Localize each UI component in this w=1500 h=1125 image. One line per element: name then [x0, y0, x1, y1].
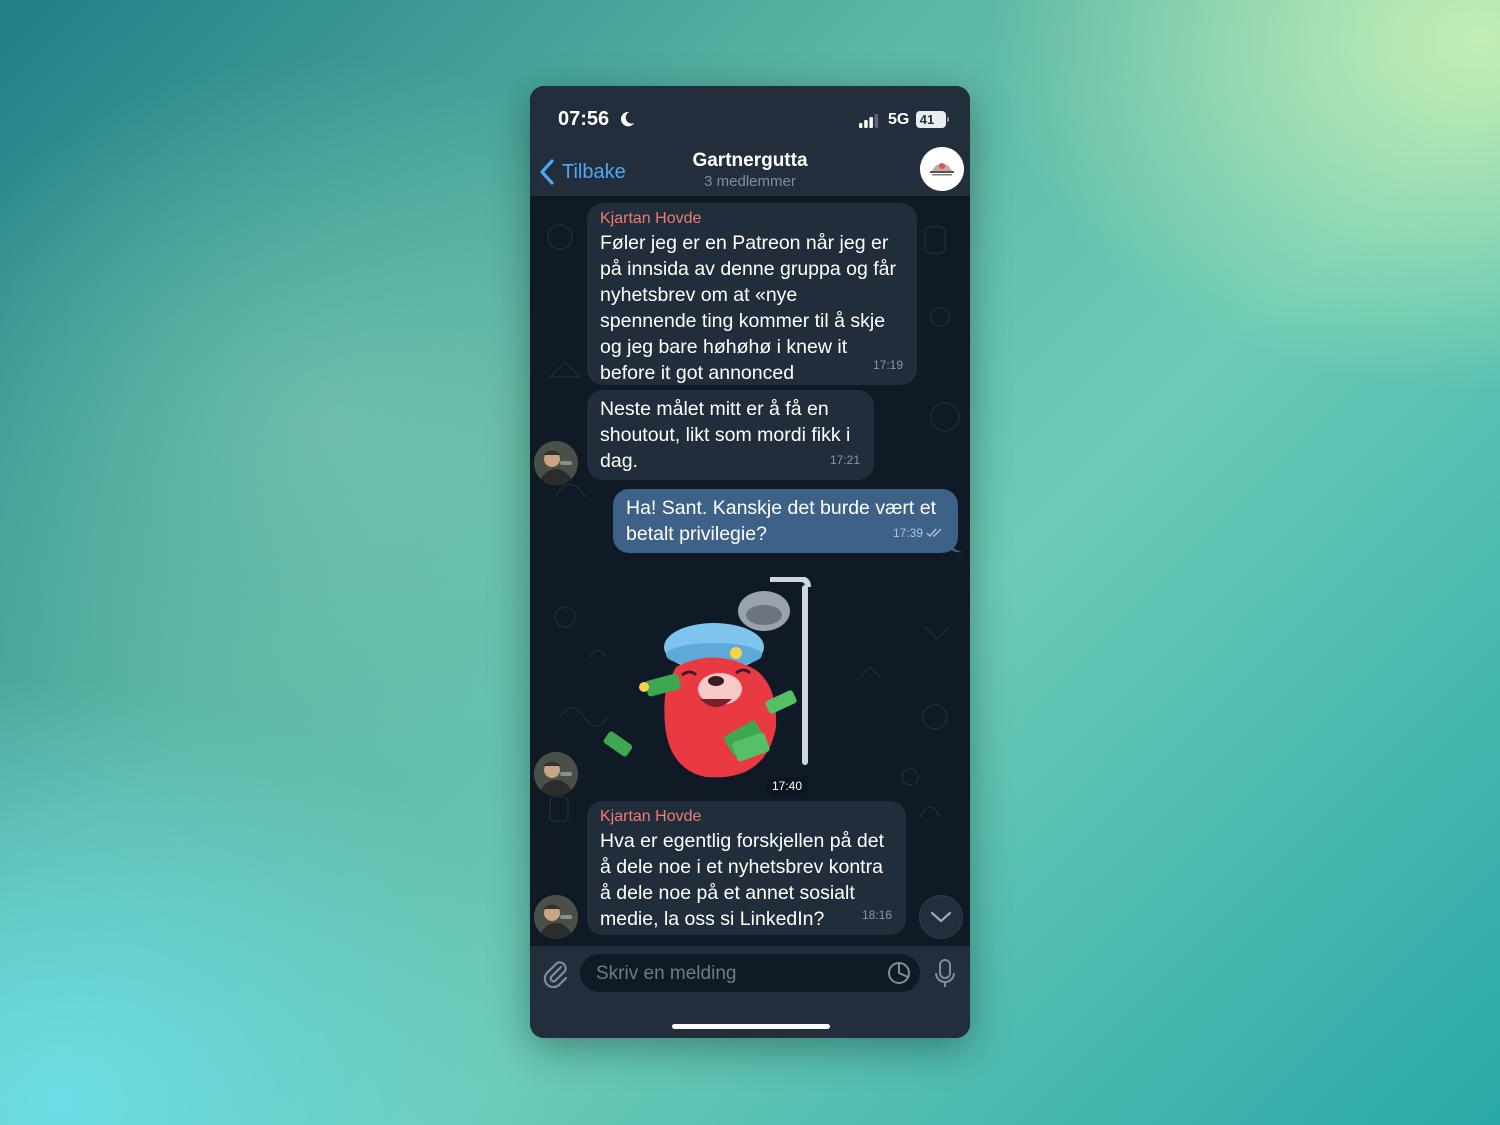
back-label: Tilbake [562, 160, 626, 183]
message-text: Føler jeg er en Patreon når jeg er på in… [600, 232, 896, 384]
message-time: 17:21 [829, 453, 860, 467]
sticker-time: 17:40 [766, 777, 809, 795]
moon-icon [620, 111, 635, 127]
network-type: 5G [888, 111, 910, 128]
avatar-photo [534, 895, 578, 939]
sticker-icon[interactable] [887, 961, 911, 985]
signal-bars-icon [859, 114, 879, 128]
message-bubble[interactable]: Kjartan Hovde Føler jeg er en Patreon nå… [587, 203, 917, 385]
member-count: 3 medlemmer [704, 173, 796, 190]
sender-avatar[interactable] [534, 752, 578, 796]
chat-header: Tilbake Gartnergutta 3 medlemmer [530, 147, 970, 197]
group-avatar[interactable] [920, 147, 964, 191]
composer-bar [530, 946, 970, 1038]
status-bar: 07:56 5G 41 [530, 86, 970, 152]
message-time: 17:19 [872, 358, 903, 372]
sender-name: Kjartan Hovde [600, 210, 702, 227]
bubble-tail [950, 539, 963, 553]
message-list[interactable]: Kjartan Hovde Føler jeg er en Patreon nå… [530, 197, 970, 946]
microphone-icon[interactable] [933, 958, 957, 990]
sender-avatar[interactable] [534, 441, 578, 485]
paperclip-icon[interactable] [541, 958, 569, 988]
status-time: 07:56 [558, 108, 610, 130]
group-logo [920, 147, 964, 191]
phone-frame: 07:56 5G 41 Tilbake Gartnergutta 3 medle… [530, 86, 970, 1038]
message-input-field [580, 954, 920, 994]
message-time: 17:39 [893, 520, 944, 546]
message-input[interactable] [594, 954, 878, 994]
chevron-down-icon [930, 911, 952, 923]
chevron-left-icon [540, 159, 554, 185]
sender-avatar[interactable] [534, 895, 578, 939]
chat-title[interactable]: Gartnergutta [650, 150, 850, 172]
message-bubble-outgoing[interactable]: Ha! Sant. Kanskje det burde vært et beta… [613, 489, 958, 553]
home-indicator [672, 1024, 830, 1029]
battery-icon: 41 [916, 111, 949, 128]
battery-level: 41 [919, 112, 935, 127]
back-button[interactable]: Tilbake [538, 155, 626, 189]
message-text: Neste målet mitt er å få en shoutout, li… [600, 398, 851, 472]
message-time: 18:16 [861, 908, 892, 922]
message-bubble[interactable]: Kjartan Hovde Hva er egentlig forskjelle… [587, 801, 906, 935]
read-check-icon [926, 528, 942, 538]
money-bear-sticker[interactable] [596, 577, 826, 801]
sender-name: Kjartan Hovde [600, 808, 702, 825]
avatar-photo [534, 441, 578, 485]
scroll-to-bottom-button[interactable] [919, 895, 963, 939]
message-bubble[interactable]: Neste målet mitt er å få en shoutout, li… [587, 390, 874, 480]
avatar-photo [534, 752, 578, 796]
message-text: Hva er egentlig forskjellen på det å del… [600, 830, 884, 930]
